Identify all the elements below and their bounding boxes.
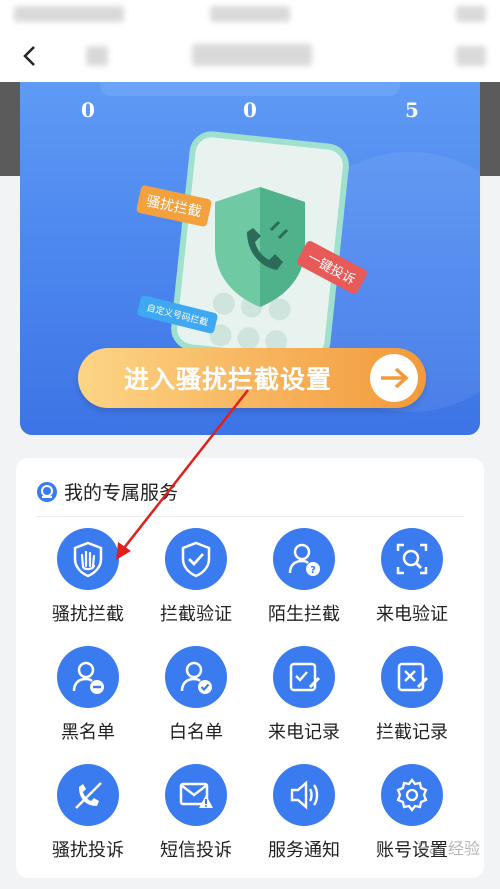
user-minus-icon [57, 646, 119, 708]
service-whitelist[interactable]: 白名单 [141, 646, 251, 744]
watermark: Bai 经验 [417, 839, 480, 858]
service-sms-report[interactable]: 短信投诉 [141, 764, 251, 862]
service-call-verify[interactable]: 来电验证 [357, 528, 467, 626]
status-bar [0, 0, 500, 30]
stat-value: 0 [81, 98, 95, 122]
shield-check-icon [165, 528, 227, 590]
banner-top-pill [100, 82, 400, 96]
blurred-nav-icon [86, 46, 108, 66]
service-notice[interactable]: 服务通知 [249, 764, 359, 862]
arrow-right-icon [370, 354, 418, 402]
services-title: 我的专属服务 [64, 482, 179, 504]
service-label: 短信投诉 [160, 840, 232, 861]
blurred-status-right [456, 6, 486, 22]
nav-bar [0, 30, 500, 82]
service-label: 拦截验证 [160, 604, 232, 625]
blurred-status-left [14, 6, 124, 22]
mail-warning-icon [165, 764, 227, 826]
speaker-icon [273, 764, 335, 826]
service-label: 服务通知 [268, 840, 340, 861]
stat-value: 5 [405, 98, 419, 122]
service-block-log[interactable]: 拦截记录 [357, 646, 467, 744]
exclusive-services-card: 我的专属服务 骚扰拦截 拦截验证 ? 陌生拦截 来电验证 黑名单 白名单 来电记… [16, 458, 484, 878]
phone-slash-icon [57, 764, 119, 826]
stat-value: 0 [243, 98, 257, 122]
service-block-verify[interactable]: 拦截验证 [141, 528, 251, 626]
svg-text:?: ? [310, 565, 316, 576]
blocked-record-icon [381, 646, 443, 708]
hand-stop-icon [57, 528, 119, 590]
user-check-icon [165, 646, 227, 708]
service-stranger-block[interactable]: ? 陌生拦截 [249, 528, 359, 626]
service-label: 黑名单 [61, 722, 115, 743]
enter-harass-settings-button[interactable]: 进入骚扰拦截设置 [78, 348, 426, 408]
services-header: 我的专属服务 [36, 478, 178, 505]
back-button[interactable] [14, 40, 46, 72]
chevron-left-icon [23, 46, 35, 66]
service-label: 骚扰拦截 [52, 604, 124, 625]
service-blacklist[interactable]: 黑名单 [33, 646, 143, 744]
service-label: 骚扰投诉 [52, 840, 124, 861]
service-harass-report[interactable]: 骚扰投诉 [33, 764, 143, 862]
service-label: 来电验证 [376, 604, 448, 625]
hero-banner: 0 0 5 骚扰拦截 一键投诉 自定义号码拦截 进入骚扰拦截设置 [20, 82, 480, 435]
edit-record-icon [273, 646, 335, 708]
service-label: 来电记录 [268, 722, 340, 743]
blurred-nav-action [456, 46, 486, 66]
service-harass-block[interactable]: 骚扰拦截 [33, 528, 143, 626]
divider [36, 516, 464, 517]
blurred-status-center [210, 6, 290, 22]
shield-phone-icon [215, 187, 305, 307]
user-question-icon: ? [273, 528, 335, 590]
service-label: 白名单 [169, 722, 223, 743]
scan-search-icon [381, 528, 443, 590]
service-badge-icon [37, 481, 57, 502]
service-label: 拦截记录 [376, 722, 448, 743]
blurred-page-title [192, 44, 312, 66]
cta-label: 进入骚扰拦截设置 [124, 365, 333, 394]
service-call-log[interactable]: 来电记录 [249, 646, 359, 744]
service-label: 陌生拦截 [268, 604, 340, 625]
gear-icon [381, 764, 443, 826]
